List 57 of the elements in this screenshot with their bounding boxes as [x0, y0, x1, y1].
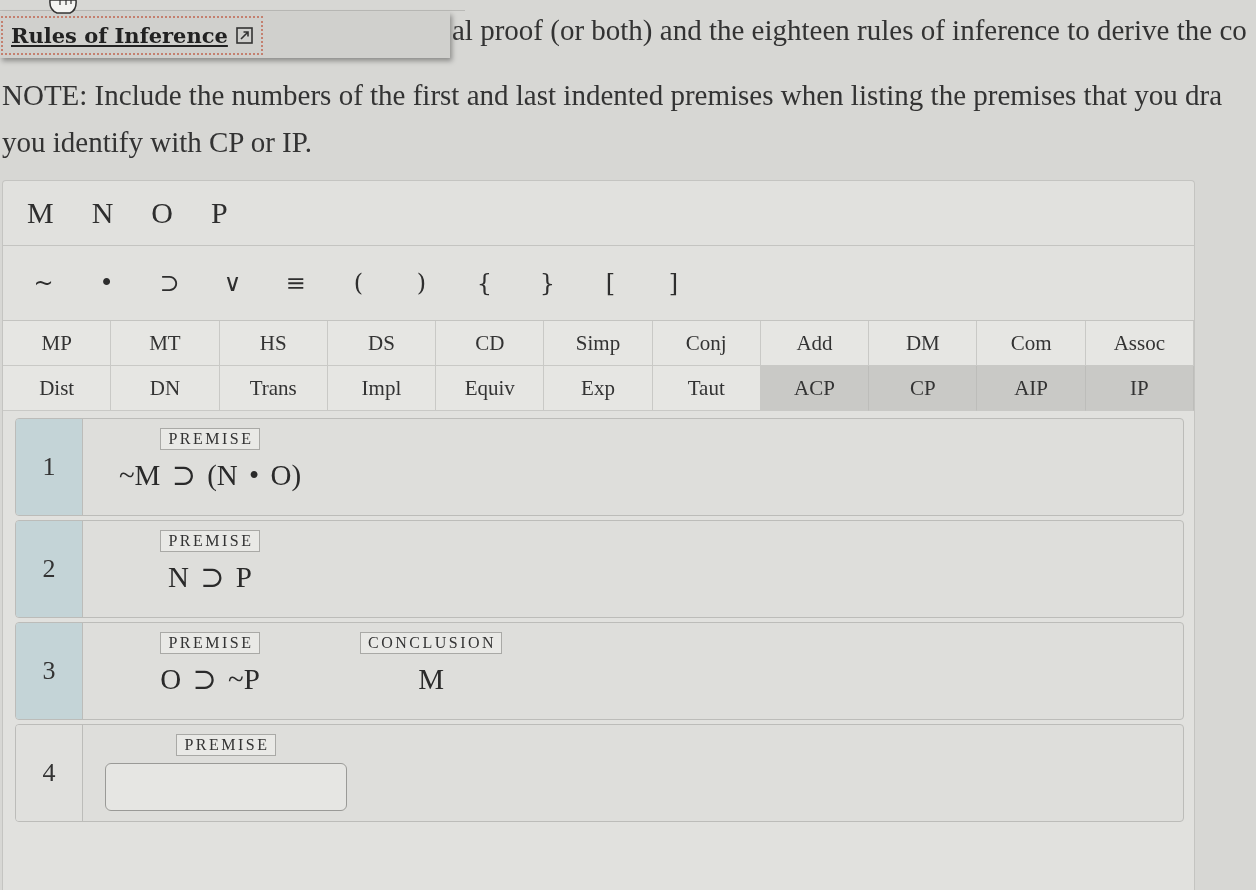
rules-of-inference-link[interactable]: Rules of Inference [3, 17, 261, 53]
premise-label: PREMISE [160, 428, 260, 450]
rule-button[interactable]: Exp [544, 366, 653, 411]
rule-button[interactable]: CP [869, 366, 978, 411]
variable-button[interactable]: M [25, 196, 56, 230]
rule-button[interactable]: MP [3, 321, 112, 366]
rule-button[interactable]: Trans [219, 366, 328, 411]
rule-button[interactable]: Assoc [1085, 321, 1194, 366]
operator-button[interactable]: • [75, 269, 138, 297]
premise-label: PREMISE [160, 632, 260, 654]
formula-text: O ⊃ ~P [160, 662, 260, 697]
note-text: NOTE: Include the numbers of the first and last indented premises when listing the premises that you dra [2, 78, 1224, 113]
note-text: you identify with CP or IP. [2, 125, 313, 160]
line-number: 3 [16, 623, 83, 719]
operator-button[interactable]: ) [390, 269, 453, 297]
rule-button[interactable]: Simp [544, 321, 653, 366]
variable-button[interactable]: P [209, 196, 230, 230]
operator-button[interactable]: ( [327, 269, 390, 297]
rule-button[interactable]: MT [111, 321, 220, 366]
premise-label: PREMISE [176, 734, 276, 756]
rule-button[interactable]: Add [760, 321, 870, 366]
formula-text: ~M ⊃ (N • O) [118, 458, 302, 493]
rule-button[interactable]: ACP [760, 366, 870, 411]
premise-label: PREMISE [160, 530, 260, 552]
variable-button[interactable]: N [89, 196, 116, 230]
operator-button[interactable]: ~ [12, 269, 75, 297]
formula-text: N ⊃ P [168, 560, 252, 595]
operator-button[interactable]: ] [642, 269, 705, 297]
operator-button[interactable]: } [516, 269, 579, 297]
line-number: 1 [16, 419, 83, 515]
rule-button[interactable]: AIP [977, 366, 1086, 411]
rule-button[interactable]: DS [327, 321, 437, 366]
operator-button[interactable]: [ [579, 269, 642, 297]
paragraph-text: al proof (or both) and the eighteen rules of inference to derive the co [452, 13, 1247, 47]
rule-button[interactable]: IP [1085, 366, 1194, 411]
rule-button[interactable]: Com [977, 321, 1086, 366]
rule-button[interactable]: Impl [327, 366, 437, 411]
line-number: 2 [16, 521, 83, 617]
rule-button[interactable]: DM [869, 321, 978, 366]
rule-button[interactable]: CD [436, 321, 545, 366]
operator-button[interactable]: ∨ [201, 269, 264, 297]
conclusion-text: M [418, 662, 444, 697]
rule-button[interactable]: Equiv [436, 366, 545, 411]
hand-cursor-icon [48, 0, 78, 14]
rule-button[interactable]: Conj [652, 321, 761, 366]
operator-button[interactable]: { [453, 269, 516, 297]
external-link-icon [235, 26, 253, 44]
operator-button[interactable]: ⊃ [138, 269, 201, 297]
conclusion-label: CONCLUSION [360, 632, 503, 654]
operator-button[interactable]: ≡ [264, 269, 327, 297]
formula-input-field[interactable] [105, 763, 347, 811]
variable-button[interactable]: O [149, 196, 176, 230]
line-number: 4 [16, 725, 83, 821]
rule-button[interactable]: HS [219, 321, 328, 366]
rule-button[interactable]: Taut [652, 366, 761, 411]
rule-button[interactable]: DN [111, 366, 220, 411]
rule-button[interactable]: Dist [3, 366, 112, 411]
